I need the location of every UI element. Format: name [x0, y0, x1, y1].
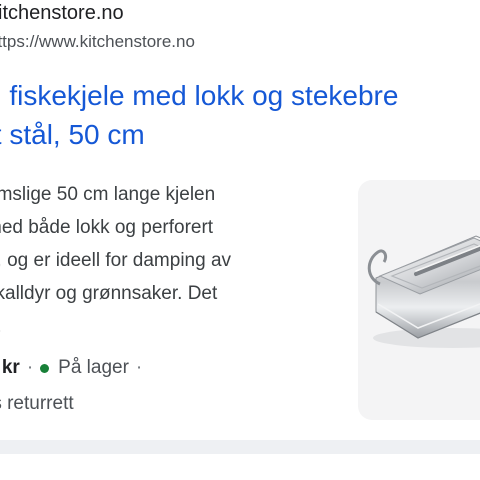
stock-status: På lager — [58, 357, 129, 378]
product-thumbnail[interactable] — [358, 180, 480, 420]
snippet-line: omslige 50 cm lange kjelen — [0, 184, 216, 205]
product-meta-row: 0 kr · På lager · — [0, 357, 149, 379]
in-stock-dot-icon — [40, 363, 50, 373]
return-policy: rs returrett — [0, 393, 74, 414]
snippet-line: tt, og er ideell for damping av — [0, 250, 232, 271]
result-title-line-2[interactable]: tt stål, 50 cm — [0, 115, 480, 154]
snippet-line: skalldyr og grønnsaker. Det — [0, 283, 218, 304]
site-name[interactable]: kitchenstore.no — [0, 2, 124, 25]
fish-kettle-icon — [367, 235, 480, 348]
snippet-line: med både lokk og perforert — [0, 217, 214, 238]
result-snippet: omslige 50 cm lange kjelen med både lokk… — [0, 178, 326, 343]
snippet-line: ... — [0, 310, 326, 343]
search-results-page: kitchenstore.no https://www.kitchenstore… — [0, 0, 480, 480]
site-url[interactable]: https://www.kitchenstore.no — [0, 32, 195, 52]
results-divider — [0, 440, 480, 454]
result-title-line-1[interactable]: g fiskekjele med lokk og stekebre — [0, 76, 480, 115]
price: 0 kr — [0, 357, 20, 378]
separator: · — [26, 357, 34, 378]
separator: · — [135, 357, 143, 378]
result-title-link[interactable]: g fiskekjele med lokk og stekebre tt stå… — [0, 76, 480, 154]
